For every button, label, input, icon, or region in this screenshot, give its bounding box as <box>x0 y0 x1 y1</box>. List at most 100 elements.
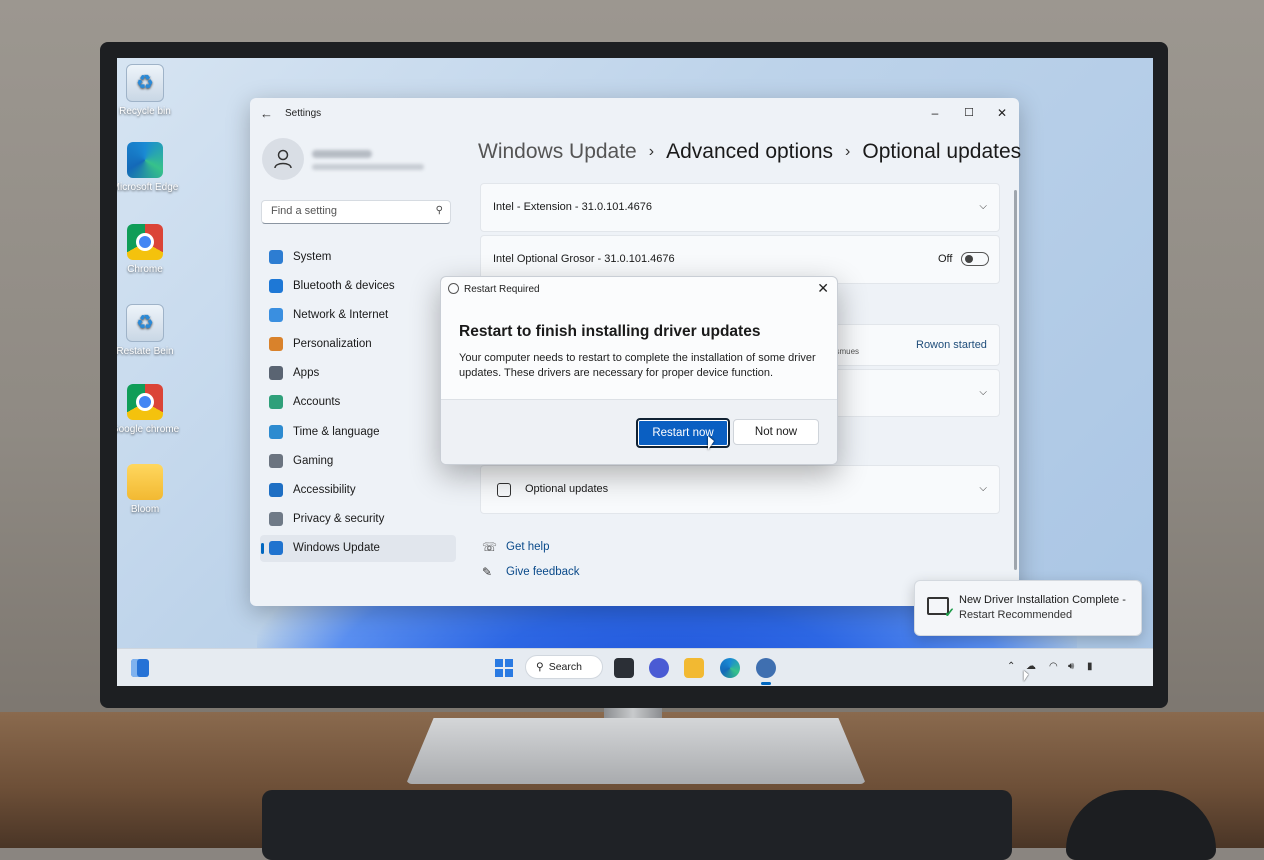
person-icon <box>274 149 292 169</box>
sidebar-item-system[interactable]: System <box>260 243 456 270</box>
sidebar-item-accounts[interactable]: Accounts <box>260 389 456 416</box>
breadcrumb-windows-update[interactable]: Windows Update <box>478 140 637 163</box>
dialog-title-bar: Restart Required ✕ <box>441 277 837 301</box>
page-title: Optional updates <box>862 140 1022 163</box>
wifi-icon[interactable]: ◠ <box>1049 661 1058 672</box>
sidebar-item-label: Privacy & security <box>293 513 385 526</box>
minimize-button[interactable]: – <box>920 102 950 124</box>
edge-icon <box>127 142 163 178</box>
task-view-icon[interactable] <box>614 658 634 678</box>
desktop-icon-label: Chrome <box>127 264 163 275</box>
sidebar-item-personalization[interactable]: Personalization <box>260 331 456 358</box>
sidebar-item-icon <box>269 395 283 410</box>
restart-now-button[interactable]: Restart now <box>636 418 730 448</box>
desktop-icon-edge[interactable]: Microsoft Edge <box>117 142 180 194</box>
widgets-icon[interactable] <box>131 659 149 677</box>
mouse-cursor-icon <box>1023 670 1029 682</box>
back-arrow-icon[interactable]: ← <box>260 106 273 121</box>
taskbar: ⚲ Search ⌃ ☁ ◠ 🔊︎ ▮ <box>117 648 1153 686</box>
app-icon <box>448 283 459 294</box>
desktop-icon-restate-bein[interactable]: ♻ Restate Bein <box>117 304 180 358</box>
sidebar-item-icon <box>269 512 283 527</box>
folder-icon <box>127 464 163 500</box>
breadcrumb: Windows Update › Advanced options › Optional… <box>478 140 1021 164</box>
desktop-icon-label: Google chrome <box>117 424 180 435</box>
sidebar-item-label: Accessibility <box>293 484 356 496</box>
chevron-down-icon[interactable]: ⌵ <box>979 483 987 494</box>
profile-email-blurred <box>312 164 424 170</box>
settings-search-box[interactable]: ⚲ <box>261 200 451 224</box>
search-input[interactable] <box>269 204 423 218</box>
chevron-down-icon[interactable]: ⌵ <box>979 387 987 398</box>
sidebar-item-label: System <box>293 250 332 263</box>
optional-updates-card[interactable]: Optional updates ⌵ <box>480 465 1000 514</box>
desktop-icon-chrome[interactable]: Chrome <box>117 224 180 276</box>
sidebar-item-icon <box>269 541 283 556</box>
profile-name-blurred <box>312 150 372 158</box>
sidebar-item-privacy-security[interactable]: Privacy & security <box>260 506 456 533</box>
toast-notification[interactable]: New Driver Installation Complete - Resta… <box>914 580 1142 636</box>
optional-updates-label: Optional updates <box>525 483 609 495</box>
sidebar-item-icon <box>269 278 283 293</box>
maximize-button[interactable]: ☐ <box>954 102 984 124</box>
desktop-icon-label: Bloom <box>130 504 160 515</box>
sidebar-item-label: Network & Internet <box>293 308 389 321</box>
toast-title: New Driver Installation Complete - <box>959 594 1126 606</box>
not-now-button[interactable]: Not now <box>733 419 819 445</box>
feedback-icon: ✎ <box>482 565 493 579</box>
monitor-stand-base <box>406 718 866 784</box>
status-text: Rowon started <box>916 339 987 351</box>
desktop-icon-bloom[interactable]: Bloom <box>117 464 180 516</box>
recycle-bin-icon: ♻ <box>126 64 164 102</box>
help-icon: ☏ <box>482 540 498 554</box>
chevron-up-icon[interactable]: ⌃ <box>1007 661 1015 672</box>
volume-icon[interactable]: 🔊︎ <box>1068 661 1074 672</box>
sidebar-item-windows-update[interactable]: Windows Update <box>260 534 456 562</box>
active-app-indicator <box>761 682 771 685</box>
edge-icon[interactable] <box>720 658 740 678</box>
sidebar-item-icon <box>269 453 283 468</box>
sidebar-item-label: Apps <box>293 367 320 380</box>
chevron-down-icon[interactable]: ⌵ <box>979 201 987 212</box>
mouse-cursor-icon <box>708 436 714 450</box>
sidebar-item-icon <box>269 424 283 439</box>
update-card-intel-extension[interactable]: Intel - Extension - 31.0.101.4676 ⌵ <box>480 183 1000 232</box>
sidebar-item-network-internet[interactable]: Network & Internet <box>260 301 456 328</box>
title-bar: ← Settings – ☐ ✕ <box>250 98 1019 130</box>
sidebar-item-apps[interactable]: Apps <box>260 360 456 387</box>
toggle-state-label: Off <box>938 253 953 265</box>
close-button[interactable]: ✕ <box>987 102 1017 124</box>
settings-gear-icon[interactable] <box>756 658 776 678</box>
sidebar-item-icon <box>269 483 283 497</box>
close-icon[interactable]: ✕ <box>817 280 829 297</box>
window-title: Settings <box>285 108 322 119</box>
desktop-icon-google-chrome[interactable]: Google chrome <box>117 384 180 436</box>
sidebar-item-bluetooth-devices[interactable]: Bluetooth & devices <box>260 272 456 299</box>
file-explorer-icon[interactable] <box>684 658 704 678</box>
update-toggle[interactable] <box>961 252 989 266</box>
battery-icon[interactable]: ▮ <box>1087 661 1093 672</box>
restart-dialog: Restart Required ✕ Restart to finish ins… <box>440 276 838 465</box>
scrollbar[interactable] <box>1014 190 1017 570</box>
get-help-link[interactable]: Get help <box>506 541 549 553</box>
sidebar-item-icon <box>269 366 283 381</box>
user-avatar[interactable] <box>262 138 304 180</box>
sidebar-item-gaming[interactable]: Gaming <box>260 447 456 474</box>
desktop-icon-label: Recycle bin <box>119 106 171 117</box>
start-button-icon[interactable] <box>495 659 513 677</box>
optional-updates-icon <box>497 483 511 497</box>
taskbar-search-label: Search <box>548 661 582 673</box>
taskbar-search[interactable]: ⚲ Search <box>525 655 603 679</box>
sidebar-item-label: Personalization <box>293 338 372 351</box>
sidebar-item-icon <box>269 337 283 352</box>
breadcrumb-advanced-options[interactable]: Advanced options <box>666 140 833 163</box>
sidebar-item-time-language[interactable]: Time & language <box>260 418 456 445</box>
sidebar-item-label: Accounts <box>293 396 341 409</box>
desktop-icon-recycle-bin[interactable]: ♻ Recycle bin <box>117 64 180 118</box>
chat-icon[interactable] <box>649 658 669 678</box>
search-icon: ⚲ <box>435 205 443 216</box>
chrome-icon <box>127 224 163 260</box>
sidebar-item-accessibility[interactable]: Accessibility <box>260 477 456 504</box>
dialog-footer: Restart now Not now <box>441 399 837 464</box>
give-feedback-link[interactable]: Give feedback <box>506 566 580 578</box>
